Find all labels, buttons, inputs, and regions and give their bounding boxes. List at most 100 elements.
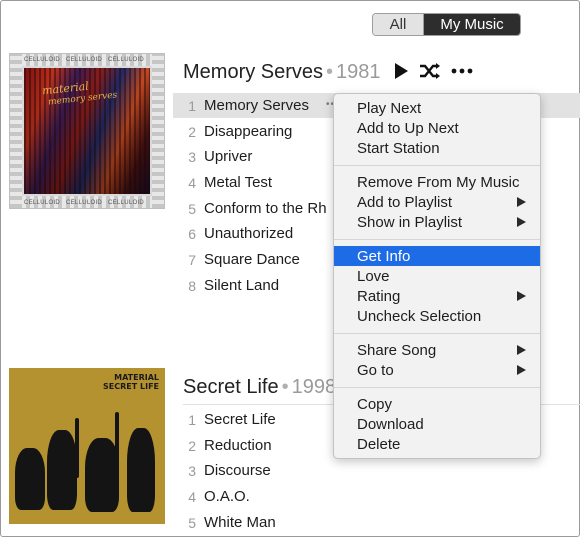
album-header-memory-serves: Memory Serves • 1981 bbox=[183, 61, 381, 84]
art-figure bbox=[127, 428, 155, 512]
menu-item-label: Rating bbox=[357, 287, 401, 305]
play-icon[interactable] bbox=[390, 61, 412, 81]
art-label-text: CELLULOID bbox=[108, 200, 145, 206]
track-name: Reduction bbox=[204, 437, 272, 454]
track-number: 3 bbox=[188, 148, 196, 165]
menu-item-remove-from-my-music[interactable]: Remove From My Music bbox=[334, 172, 540, 192]
track-number: 5 bbox=[188, 514, 196, 531]
menu-item-go-to[interactable]: Go to bbox=[334, 360, 540, 380]
menu-item-label: Remove From My Music bbox=[357, 173, 520, 191]
menu-item-label: Play Next bbox=[357, 99, 422, 117]
menu-item-rating[interactable]: Rating bbox=[334, 286, 540, 306]
album-art-secret-life[interactable]: MATERIAL SECRET LIFE bbox=[9, 368, 165, 524]
menu-item-share-song[interactable]: Share Song bbox=[334, 340, 540, 360]
art-title-text: MATERIAL bbox=[114, 373, 159, 382]
album-header-secret-life: Secret Life • 1998 bbox=[183, 376, 336, 399]
album-art-memory-serves[interactable]: CELLULOID CELLULOID CELLULOID CELLULOID … bbox=[9, 53, 165, 209]
track-row[interactable]: 4 O.A.O. bbox=[173, 484, 580, 509]
track-name: Unauthorized bbox=[204, 225, 294, 242]
menu-item-delete[interactable]: Delete bbox=[334, 434, 540, 454]
track-name: Secret Life bbox=[204, 411, 276, 428]
menu-item-show-in-playlist[interactable]: Show in Playlist bbox=[334, 212, 540, 232]
track-number: 4 bbox=[188, 488, 196, 505]
art-label-text: CELLULOID bbox=[24, 57, 61, 63]
menu-separator bbox=[334, 333, 540, 334]
track-row[interactable]: 5 White Man bbox=[173, 510, 580, 535]
submenu-arrow-icon bbox=[517, 345, 526, 355]
library-segmented-control: All My Music bbox=[372, 13, 521, 36]
menu-item-label: Get Info bbox=[357, 247, 411, 265]
menu-item-label: Add to Playlist bbox=[357, 193, 453, 211]
art-label-text: CELLULOID bbox=[66, 200, 103, 206]
art-label-text: CELLULOID bbox=[66, 57, 103, 63]
menu-item-label: Uncheck Selection bbox=[357, 307, 482, 325]
menu-item-label: Download bbox=[357, 415, 424, 433]
menu-item-start-station[interactable]: Start Station bbox=[334, 138, 540, 158]
menu-item-uncheck-selection[interactable]: Uncheck Selection bbox=[334, 306, 540, 326]
album-year: 1998 bbox=[291, 376, 337, 398]
album-year: 1981 bbox=[336, 61, 381, 83]
menu-item-get-info[interactable]: Get Info bbox=[334, 246, 540, 266]
track-number: 2 bbox=[188, 123, 196, 140]
menu-item-add-to-up-next[interactable]: Add to Up Next bbox=[334, 118, 540, 138]
menu-item-label: Show in Playlist bbox=[357, 213, 463, 231]
track-number: 4 bbox=[188, 174, 196, 191]
art-figure bbox=[47, 430, 77, 510]
submenu-arrow-icon bbox=[517, 217, 526, 227]
menu-item-label: Start Station bbox=[357, 139, 440, 157]
menu-item-label: Love bbox=[357, 267, 390, 285]
track-number: 7 bbox=[188, 251, 196, 268]
menu-item-add-to-playlist[interactable]: Add to Playlist bbox=[334, 192, 540, 212]
art-figure bbox=[85, 438, 119, 512]
menu-separator bbox=[334, 387, 540, 388]
track-name: O.A.O. bbox=[204, 488, 250, 505]
separator-dot: • bbox=[326, 61, 334, 83]
art-subtitle-text: SECRET LIFE bbox=[103, 382, 159, 391]
art-border bbox=[10, 54, 22, 208]
art-figure bbox=[15, 448, 45, 510]
segment-all[interactable]: All bbox=[373, 14, 424, 35]
track-name: Metal Test bbox=[204, 174, 273, 191]
menu-item-label: Copy bbox=[357, 395, 393, 413]
album-title: Secret Life bbox=[183, 376, 279, 398]
art-figure bbox=[75, 418, 79, 478]
menu-item-love[interactable]: Love bbox=[334, 266, 540, 286]
art-label-text: CELLULOID bbox=[24, 200, 61, 206]
menu-separator bbox=[334, 165, 540, 166]
menu-item-label: Add to Up Next bbox=[357, 119, 459, 137]
art-caption: MATERIAL SECRET LIFE bbox=[103, 373, 159, 391]
context-menu: Play Next Add to Up Next Start Station R… bbox=[333, 93, 541, 459]
track-name: Silent Land bbox=[204, 277, 280, 294]
track-name: Disappearing bbox=[204, 123, 293, 140]
art-figure bbox=[115, 412, 119, 472]
track-name: White Man bbox=[204, 514, 276, 531]
segment-my-music[interactable]: My Music bbox=[424, 14, 520, 35]
track-name: Square Dance bbox=[204, 251, 300, 268]
separator-dot: • bbox=[281, 376, 289, 398]
track-name: Conform to the Rh bbox=[204, 200, 327, 217]
submenu-arrow-icon bbox=[517, 365, 526, 375]
more-icon[interactable] bbox=[450, 61, 474, 81]
art-abstract-image: material memory serves bbox=[24, 68, 150, 194]
track-number: 2 bbox=[188, 437, 196, 454]
track-number: 8 bbox=[188, 277, 196, 294]
menu-item-download[interactable]: Download bbox=[334, 414, 540, 434]
track-number: 3 bbox=[188, 462, 196, 479]
submenu-arrow-icon bbox=[517, 291, 526, 301]
submenu-arrow-icon bbox=[517, 197, 526, 207]
track-number: 1 bbox=[188, 411, 196, 428]
track-number: 5 bbox=[188, 200, 196, 217]
menu-item-label: Delete bbox=[357, 435, 401, 453]
menu-item-play-next[interactable]: Play Next bbox=[334, 98, 540, 118]
menu-separator bbox=[334, 239, 540, 240]
track-name: Memory Serves bbox=[204, 97, 310, 114]
menu-item-copy[interactable]: Copy bbox=[334, 394, 540, 414]
album-title: Memory Serves bbox=[183, 61, 324, 83]
shuffle-icon[interactable] bbox=[418, 61, 442, 81]
track-name: Upriver bbox=[204, 148, 253, 165]
menu-item-label: Go to bbox=[357, 361, 394, 379]
track-number: 6 bbox=[188, 225, 196, 242]
art-border bbox=[152, 54, 164, 208]
track-row[interactable]: 3 Discourse bbox=[173, 458, 580, 483]
art-label-text: CELLULOID bbox=[108, 57, 145, 63]
